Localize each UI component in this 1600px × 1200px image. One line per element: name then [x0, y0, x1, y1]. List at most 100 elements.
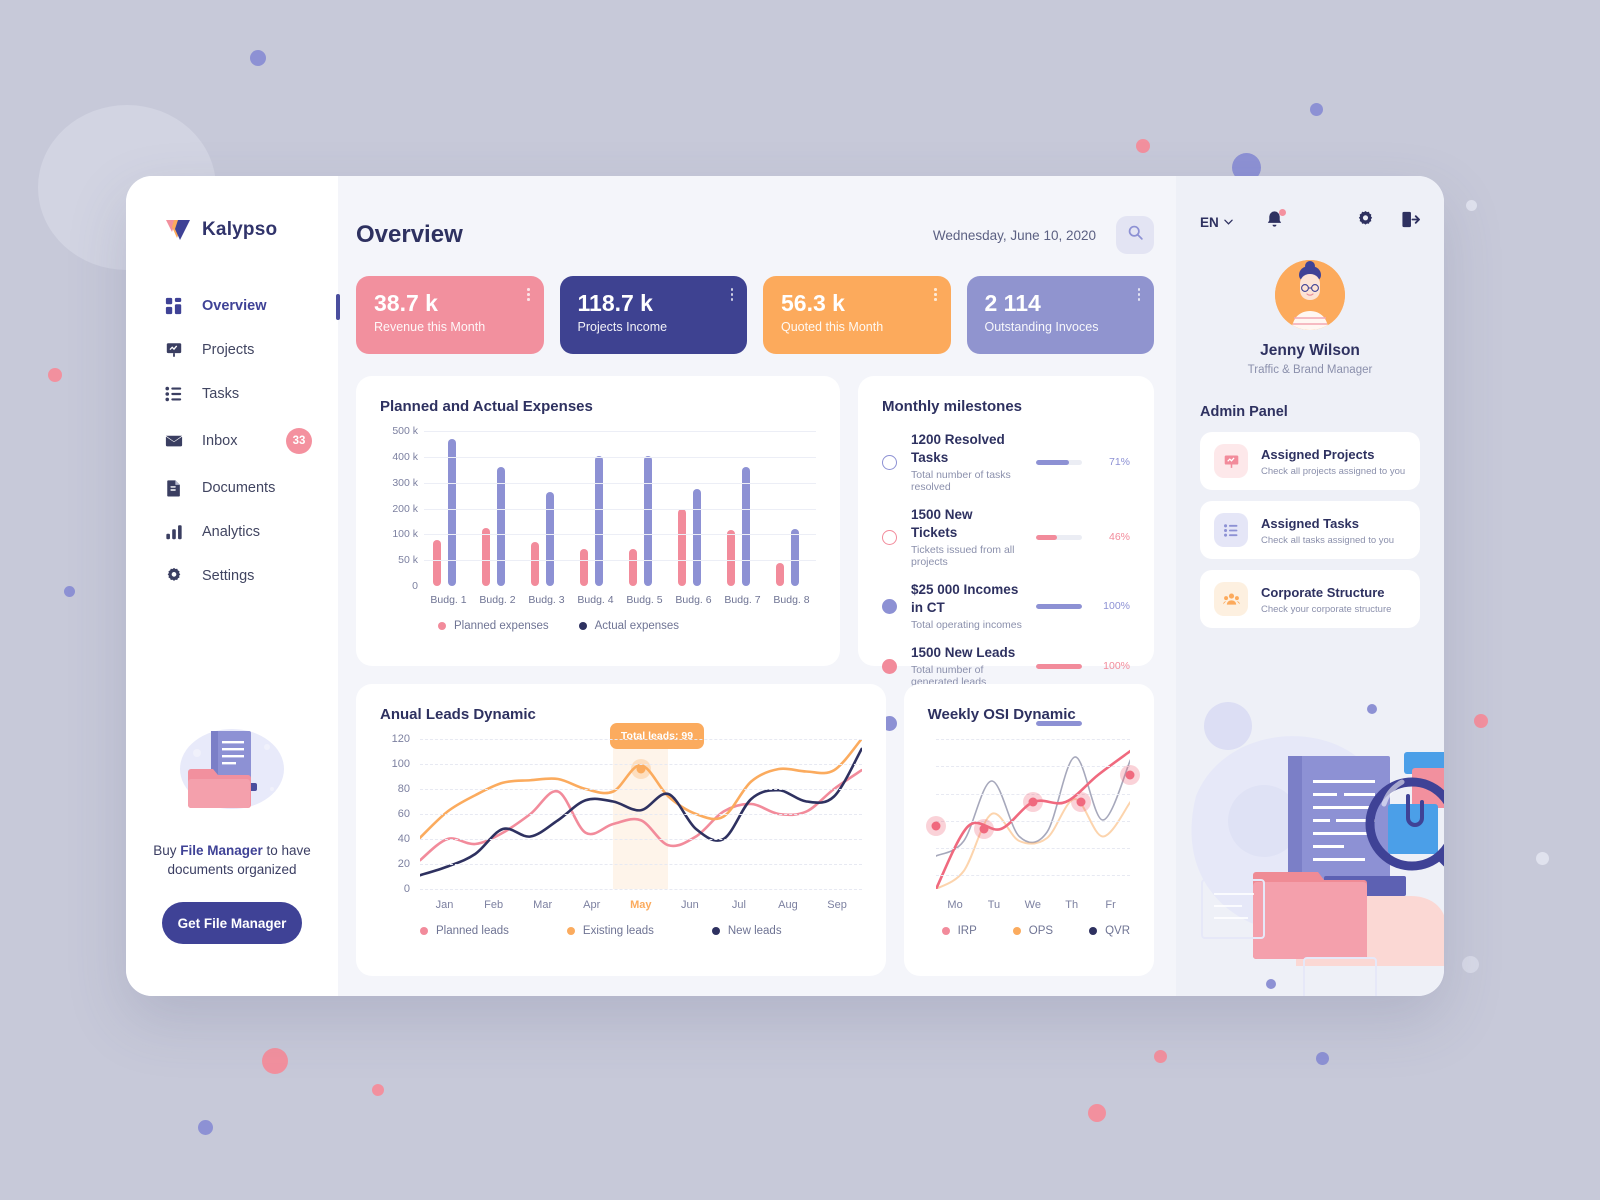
milestone-progress-bar: [1036, 459, 1082, 465]
card-title: Monthly milestones: [882, 398, 1023, 415]
brand-name: Kalypso: [202, 219, 278, 240]
data-point[interactable]: [1028, 797, 1038, 807]
data-point[interactable]: [1076, 797, 1086, 807]
bar[interactable]: [790, 529, 799, 586]
gridline: [420, 864, 862, 865]
notifications-button[interactable]: [1265, 209, 1286, 234]
gridline: [424, 431, 816, 432]
bar[interactable]: [530, 542, 539, 586]
kpi-card-revenue[interactable]: 38.7 k Revenue this Month: [356, 276, 544, 354]
kpi-value: 38.7 k: [374, 290, 438, 316]
osi-x-axis: Mo Tu We Th Fr: [936, 899, 1130, 911]
kebab-menu-icon[interactable]: [1137, 288, 1140, 301]
bar[interactable]: [579, 548, 588, 586]
milestone-row[interactable]: 1200 Resolved Tasks Total number of tasks…: [882, 431, 1130, 493]
x-axis-tick: Aug: [778, 899, 798, 911]
bar[interactable]: [481, 527, 490, 586]
bar[interactable]: [741, 467, 750, 586]
admin-card-name: Assigned Tasks: [1261, 515, 1360, 531]
milestone-row[interactable]: 1500 New Tickets Tickets issued from all …: [882, 506, 1130, 568]
kpi-card-projects-income[interactable]: 118.7 k Projects Income: [559, 276, 747, 354]
milestone-progress-bar: [1036, 720, 1082, 726]
sidebar-item-projects[interactable]: Projects: [126, 330, 338, 370]
milestone-row[interactable]: $25 000 Incomes in CT Total operating inc…: [882, 581, 1130, 631]
bar[interactable]: [447, 438, 456, 586]
search-button[interactable]: [1116, 216, 1154, 254]
sidebar-nav: Overview Projects Tasks Inbox 33 Documen…: [126, 286, 340, 596]
avatar[interactable]: [1275, 260, 1345, 330]
milestone-row[interactable]: 1500 New Leads Total number of generated …: [882, 644, 1130, 688]
decorative-dot: [1136, 139, 1150, 153]
sidebar-item-label: Settings: [202, 568, 255, 584]
y-axis-tick: 60: [397, 808, 410, 820]
legend-label: Actual expenses: [594, 620, 680, 632]
x-axis-tick: Mo: [947, 899, 963, 911]
admin-card-sub: Check your corporate structure: [1261, 603, 1392, 615]
admin-card-text: Assigned Projects Check all projects ass…: [1261, 446, 1406, 477]
chart-tooltip: Total leads: 99: [609, 723, 705, 749]
milestone-subtitle: Total operating incomes: [911, 619, 1022, 631]
bar[interactable]: [692, 489, 701, 586]
y-axis-tick: 50 k: [398, 554, 418, 567]
get-file-manager-button[interactable]: Get File Manager: [162, 902, 302, 944]
sidebar-item-analytics[interactable]: Analytics: [126, 512, 338, 552]
legend-item: Planned leads: [420, 925, 509, 937]
sidebar-item-settings[interactable]: Settings: [126, 556, 338, 596]
expenses-chart-card: Planned and Actual Expenses 0 50 k 100 k 20…: [356, 376, 840, 666]
milestone-bullet: [882, 529, 897, 545]
data-point[interactable]: [931, 821, 941, 831]
bar[interactable]: [594, 455, 603, 586]
kpi-card-quoted[interactable]: 56.3 k Quoted this Month: [763, 276, 951, 354]
right-panel-icons: EN: [1200, 209, 1420, 234]
leads-plot: Total leads: 99: [420, 723, 862, 890]
admin-card-assigned-tasks[interactable]: Assigned Tasks Check all tasks assigned …: [1200, 501, 1420, 559]
x-axis-tick: Budg. 8: [773, 594, 810, 606]
sidebar-item-documents[interactable]: Documents: [126, 468, 338, 508]
kebab-menu-icon[interactable]: [527, 288, 530, 301]
bar[interactable]: [643, 455, 652, 586]
admin-card-corporate-structure[interactable]: Corporate Structure Check your corporate…: [1200, 570, 1420, 628]
milestone-percent: 46%: [1108, 531, 1130, 543]
x-axis-tick: Budg. 1: [430, 594, 467, 606]
milestone-title: $25 000 Incomes in CT: [911, 582, 1019, 615]
promo-text: Buy File Manager to have documents organ…: [144, 841, 320, 880]
dashboard-window: Kalypso Overview Projects Tasks Inbox 33…: [126, 176, 1444, 996]
bar[interactable]: [432, 539, 441, 586]
admin-card-assigned-projects[interactable]: Assigned Projects Check all projects ass…: [1200, 432, 1420, 490]
admin-card-sub: Check all tasks assigned to you: [1261, 534, 1395, 546]
language-selector[interactable]: EN: [1200, 215, 1233, 230]
legend-dot: [420, 927, 428, 935]
kpi-label: Projects Income: [577, 320, 668, 335]
brand: Kalypso: [126, 218, 338, 242]
data-point[interactable]: [979, 824, 989, 834]
bar[interactable]: [726, 530, 735, 586]
data-point[interactable]: [636, 764, 646, 774]
bar[interactable]: [677, 508, 686, 586]
x-axis-tick: Budg. 4: [577, 594, 614, 606]
inbox-badge: 33: [286, 428, 312, 454]
legend-dot: [1089, 927, 1098, 935]
bar[interactable]: [496, 467, 505, 586]
decorative-dot: [198, 1120, 213, 1135]
y-axis-tick: 300 k: [392, 476, 418, 489]
kpi-card-outstanding-invoices[interactable]: 2 114 Outstanding Invoces: [966, 276, 1154, 354]
y-axis-tick: 80: [397, 783, 410, 795]
bar[interactable]: [628, 548, 637, 586]
kebab-menu-icon[interactable]: [730, 288, 733, 301]
sidebar-item-overview[interactable]: Overview: [126, 286, 340, 326]
gear-icon: [1358, 210, 1373, 225]
logout-button[interactable]: [1401, 210, 1420, 234]
kpi-label: Quoted this Month: [781, 320, 884, 335]
legend-label: QVR: [1105, 925, 1130, 937]
presentation-icon: [1214, 444, 1248, 478]
settings-button[interactable]: [1356, 210, 1375, 234]
bar[interactable]: [545, 491, 554, 586]
data-point[interactable]: [1125, 770, 1135, 780]
sidebar-item-tasks[interactable]: Tasks: [126, 374, 338, 414]
sidebar-item-inbox[interactable]: Inbox 33: [126, 418, 338, 464]
milestone-bullet: [882, 658, 897, 674]
osi-plot: [925, 739, 1140, 889]
decorative-dot: [1310, 103, 1323, 116]
bar[interactable]: [775, 562, 784, 586]
kebab-menu-icon[interactable]: [934, 288, 937, 301]
